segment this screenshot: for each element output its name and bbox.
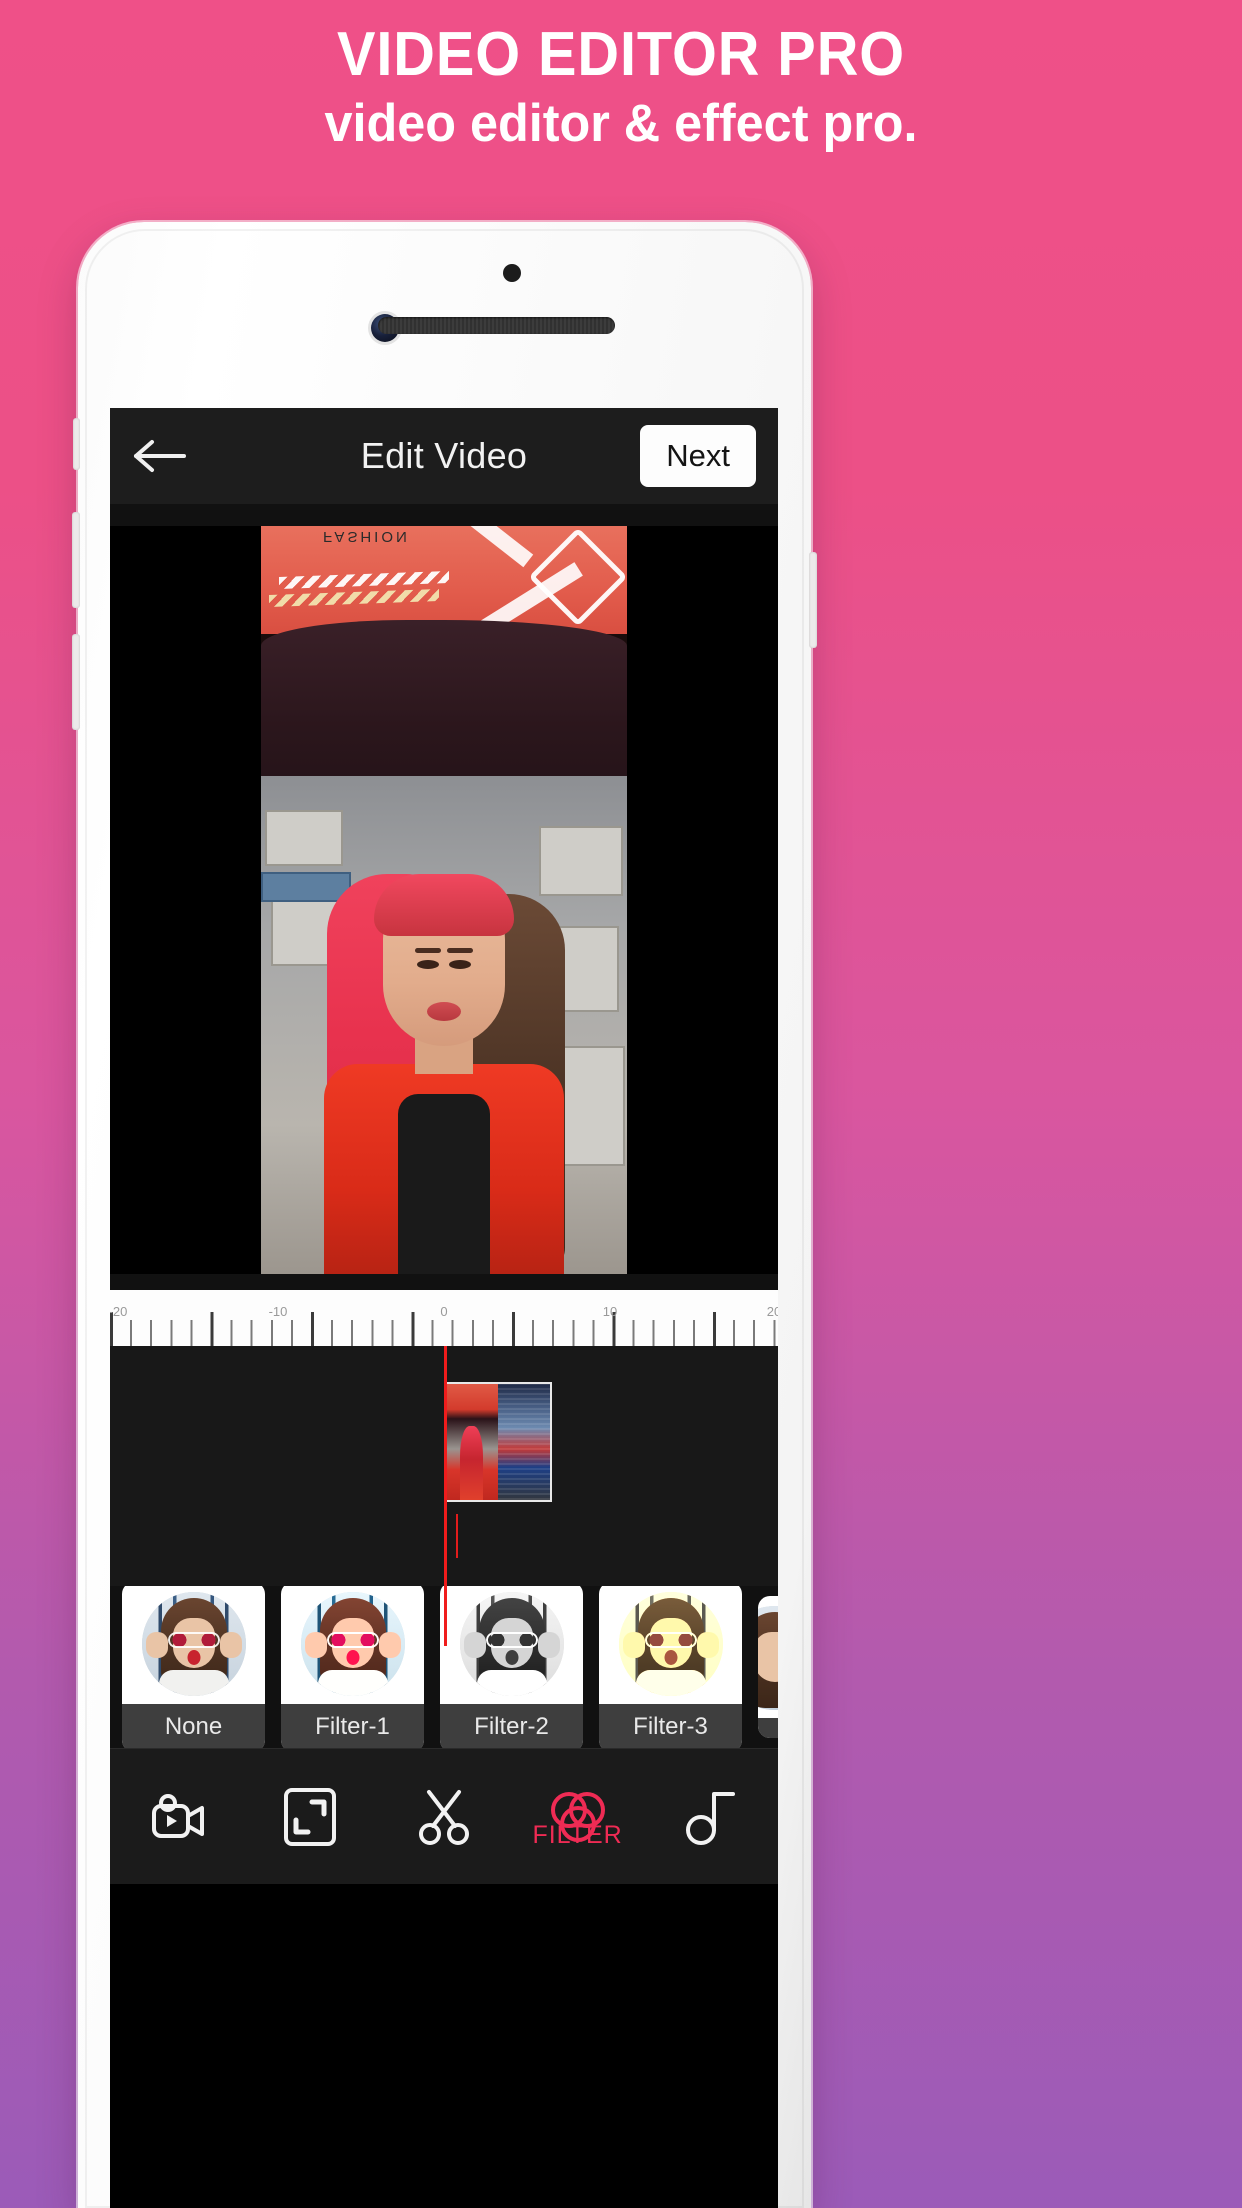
- filter-preview-thumbnail: [141, 1592, 246, 1696]
- sunglasses-icon: [167, 1632, 220, 1648]
- preview-sofa: [261, 620, 627, 800]
- playhead-indicator[interactable]: [444, 1346, 447, 1646]
- banner-stripe: [428, 526, 534, 568]
- thumb-torso: [317, 1670, 388, 1696]
- crop-frame-icon: [284, 1787, 337, 1846]
- thumb-face: [758, 1632, 778, 1682]
- banner-text: FASHION: [323, 528, 410, 545]
- playhead-tail-2: [456, 1514, 458, 1558]
- timeline-clip[interactable]: [444, 1382, 552, 1502]
- phone-mockup: Edit Video Next FASHION -20 -10 0 10 20 …: [72, 222, 817, 2208]
- filter-preview-thumbnail: [758, 1606, 778, 1710]
- filter-preview-thumbnail: [618, 1592, 723, 1696]
- appbar-divider: [110, 504, 778, 526]
- subject-lips: [427, 1002, 461, 1021]
- subject-fringe: [374, 874, 514, 936]
- video-camera-icon: [151, 1793, 204, 1838]
- editor-toolbar: FILTER: [110, 1748, 778, 1884]
- thumb-torso: [476, 1670, 547, 1696]
- thumb-hand: [622, 1632, 645, 1658]
- toolbar-crop-button[interactable]: [260, 1767, 360, 1867]
- thumb-mouth: [664, 1650, 677, 1665]
- ruler-tick-label: 0: [440, 1304, 448, 1319]
- ruler-tick-label: 10: [602, 1304, 618, 1319]
- ruler-tick-label: -20: [110, 1304, 128, 1319]
- phone-volume-down-button: [72, 634, 80, 730]
- ruler-tick-label: -10: [268, 1304, 288, 1319]
- toolbar-music-button[interactable]: [661, 1767, 761, 1867]
- thumb-mouth: [187, 1650, 200, 1665]
- filter-label: Filter-3: [599, 1704, 742, 1748]
- subject-shirt: [398, 1094, 490, 1274]
- sunglasses-icon: [644, 1632, 697, 1648]
- filter-item-filter-3[interactable]: Filter-3: [599, 1586, 742, 1748]
- filter-label: None: [122, 1704, 265, 1748]
- filter-item-next-partial[interactable]: [758, 1596, 778, 1738]
- earpiece-speaker: [378, 317, 615, 334]
- thumb-mouth: [346, 1650, 359, 1665]
- phone-power-button: [809, 552, 817, 648]
- phone-mute-switch: [73, 418, 80, 470]
- thumb-mouth: [505, 1650, 518, 1665]
- preview-subject: [319, 834, 569, 1274]
- filter-preview-thumbnail: [300, 1592, 405, 1696]
- video-preview[interactable]: FASHION: [110, 526, 778, 1274]
- timeline-gap: [110, 1274, 778, 1290]
- thumb-hand: [219, 1632, 242, 1658]
- video-frame: FASHION: [261, 526, 627, 1274]
- next-button[interactable]: Next: [640, 425, 756, 487]
- clip-thumbnail: [446, 1384, 498, 1500]
- filter-label: Filter-2: [440, 1704, 583, 1748]
- promo-title: VIDEO EDITOR PRO: [336, 20, 906, 89]
- preview-banner-backdrop: FASHION: [261, 526, 627, 634]
- thumb-hand: [304, 1632, 327, 1658]
- filter-preview-thumbnail: [459, 1592, 564, 1696]
- toolbar-filter-button[interactable]: FILTER: [528, 1767, 628, 1867]
- proximity-sensor-icon: [503, 264, 521, 282]
- subject-eye: [449, 960, 471, 969]
- app-header-bar: Edit Video Next: [110, 408, 778, 504]
- filter-item-none[interactable]: None: [122, 1586, 265, 1748]
- sunglasses-icon: [485, 1632, 538, 1648]
- toolbar-trim-button[interactable]: [394, 1767, 494, 1867]
- filter-item-filter-2[interactable]: Filter-2: [440, 1586, 583, 1748]
- music-note-icon: [686, 1791, 736, 1845]
- scissors-icon: [418, 1789, 469, 1845]
- zigzag-decor: [279, 571, 449, 589]
- promo-subtitle: video editor & effect pro.: [324, 94, 918, 154]
- thumb-hand: [696, 1632, 719, 1658]
- subject-brow: [415, 948, 441, 953]
- phone-volume-up-button: [72, 512, 80, 608]
- thumb-hand: [537, 1632, 560, 1658]
- filter-label: [758, 1718, 778, 1738]
- toolbar-filter-label: FILTER: [532, 1820, 623, 1849]
- promo-header: VIDEO EDITOR PRO video editor & effect p…: [0, 0, 1242, 153]
- back-arrow-icon[interactable]: [132, 435, 190, 477]
- sunglasses-icon: [326, 1632, 379, 1648]
- filter-label: Filter-1: [281, 1704, 424, 1748]
- thumb-hand: [378, 1632, 401, 1658]
- subject-eye: [417, 960, 439, 969]
- thumb-torso: [158, 1670, 229, 1696]
- thumb-hand: [145, 1632, 168, 1658]
- app-screen: Edit Video Next FASHION -20 -10 0 10 20 …: [110, 408, 778, 2208]
- thumb-hand: [463, 1632, 486, 1658]
- diamond-decor: [528, 527, 627, 627]
- toolbar-video-button[interactable]: [127, 1767, 227, 1867]
- ruler-tick-label: 20: [766, 1304, 778, 1319]
- timeline-ruler[interactable]: -20 -10 0 10 20: [110, 1290, 778, 1346]
- clip-thumbnail: [498, 1384, 550, 1500]
- subject-brow: [447, 948, 473, 953]
- filter-item-filter-1[interactable]: Filter-1: [281, 1586, 424, 1748]
- thumb-torso: [635, 1670, 706, 1696]
- timeline-track[interactable]: [110, 1346, 778, 1646]
- zigzag-decor-2: [269, 589, 439, 607]
